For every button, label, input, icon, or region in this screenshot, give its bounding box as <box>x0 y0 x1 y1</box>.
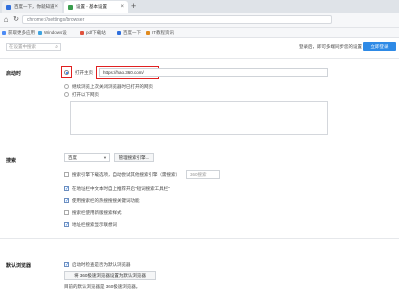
close-tab-icon[interactable]: × <box>54 4 58 10</box>
manage-search-engines-button[interactable]: 管理搜索引擎... <box>114 153 154 162</box>
settings-favicon-icon <box>68 4 73 10</box>
home-url-value: https://hao.360.com/ <box>103 70 144 75</box>
option-open-pages-label: 打开以下网页 <box>72 92 99 97</box>
address-text: chrome://settings/browser <box>27 17 85 23</box>
tab-label: 百度一下，你就知道 <box>14 4 55 9</box>
option-restore-label: 继续浏览上次关闭浏览器时已打开的网页 <box>72 84 153 89</box>
tab-baidu[interactable]: 百度一下，你就知道 × <box>2 1 62 13</box>
option-open-home-label: 打开主页 <box>75 70 93 75</box>
checkbox-short-word-toolbar[interactable]: ✓ <box>64 186 69 192</box>
option-short-word-label: 在地址栏中文本时自上推荐开启"短词搜索工具栏" <box>72 186 170 191</box>
bookmarks-bar: 获取更多应用 Windows设 pdf下载站 百度一下 IT教程资讯 <box>0 28 399 38</box>
it-icon <box>146 30 150 35</box>
login-button[interactable]: 立即登录 <box>363 42 396 51</box>
radio-open-home[interactable] <box>64 70 69 75</box>
reload-icon[interactable]: ↻ <box>12 15 20 24</box>
login-hint: 登录后，即可多端同步您的设置 <box>299 44 362 49</box>
fallback-engine-select[interactable]: 360搜索 <box>186 170 220 179</box>
close-tab-icon[interactable]: × <box>120 4 124 10</box>
divider <box>0 58 399 59</box>
option-new-style-label: 搜索栏使用新版搜索样式 <box>72 210 122 215</box>
divider <box>0 238 399 239</box>
home-icon[interactable]: ⌂ <box>2 15 10 24</box>
option-fallback-label: 搜索引擎下载选项，自动尝试其他搜索引擎（需搜索） <box>72 172 180 177</box>
bookmark-item[interactable]: 获取更多应用 <box>2 29 35 36</box>
option-suggestions-label: 地址栏搜索显示联想词 <box>72 222 117 227</box>
checkbox-hot-search[interactable]: ✓ <box>64 198 69 204</box>
tab-settings[interactable]: 设置 - 基本设置 × <box>64 1 128 13</box>
bookmark-item[interactable]: 百度一下 <box>117 29 141 36</box>
bookmark-item[interactable]: Windows设 <box>38 29 67 36</box>
tab-strip: 百度一下，你就知道 × 设置 - 基本设置 × + <box>0 0 399 13</box>
fallback-engine-value: 360搜索 <box>190 172 207 177</box>
search-icon: ⌕ <box>55 44 58 50</box>
option-hot-search-label: 使用搜索栏的热搜搜搜关键词功能 <box>72 198 140 203</box>
navigation-bar: ⌂ ↻ chrome://settings/browser <box>0 13 399 28</box>
checkbox-check-default[interactable]: ✓ <box>64 262 69 268</box>
settings-search-input[interactable]: 在设置中搜索 ⌕ <box>6 43 61 51</box>
search-placeholder: 在设置中搜索 <box>9 44 36 49</box>
radio-restore-session[interactable] <box>64 84 69 89</box>
bookmark-item[interactable]: pdf下载站 <box>80 29 106 36</box>
windows-icon <box>38 30 42 35</box>
search-engine-select[interactable]: 百度 ▼ <box>64 153 110 162</box>
baidu-favicon-icon <box>6 4 11 10</box>
bookmark-item[interactable]: IT教程资讯 <box>146 29 174 36</box>
chevron-down-icon: ▼ <box>103 155 107 160</box>
checkbox-new-style[interactable] <box>64 210 69 215</box>
section-title-search: 搜索 <box>6 158 17 164</box>
startup-pages-list[interactable] <box>70 101 328 135</box>
section-title-startup: 启动时 <box>6 71 22 77</box>
pdf-icon <box>80 30 84 35</box>
new-tab-button[interactable]: + <box>131 1 136 12</box>
option-check-default-label: 启动时检查是否为默认浏览器 <box>72 262 131 267</box>
checkbox-fallback-engine[interactable] <box>64 172 69 177</box>
section-title-default-browser: 默认浏览器 <box>6 263 32 269</box>
default-browser-status: 目前的默认浏览器是 360极速浏览器。 <box>64 284 141 289</box>
address-field[interactable]: chrome://settings/browser <box>22 15 332 24</box>
baidu-icon <box>117 30 121 35</box>
search-engine-value: 百度 <box>68 155 77 160</box>
checkbox-suggestions[interactable]: ✓ <box>64 222 69 228</box>
tab-label: 设置 - 基本设置 <box>76 4 107 9</box>
home-url-field[interactable]: https://hao.360.com/ <box>99 68 328 77</box>
radio-open-pages[interactable] <box>64 92 69 97</box>
set-default-browser-button[interactable]: 将 360极速浏览器设置为默认浏览器 <box>64 271 156 280</box>
apps-icon <box>2 30 6 35</box>
